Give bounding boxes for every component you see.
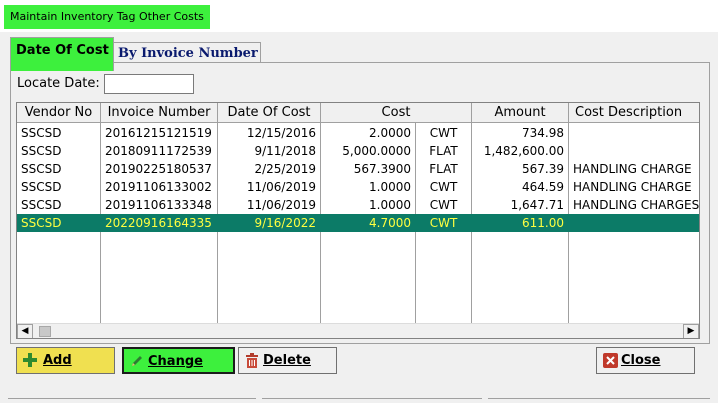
- tab-date-of-cost[interactable]: Date Of Cost: [10, 37, 114, 71]
- cell-unit: CWT: [429, 180, 458, 194]
- table-row[interactable]: SSCSD 20180911172539 9/11/2018 5,000.0000 FL…: [17, 142, 699, 160]
- status-pane: [488, 398, 710, 403]
- close-button-label: Close: [621, 353, 661, 368]
- cell-unit: CWT: [429, 198, 458, 212]
- column-header-cost-description[interactable]: Cost Description: [569, 103, 699, 122]
- column-header-date-of-cost[interactable]: Date Of Cost: [218, 103, 321, 122]
- cell-cost: 4.7000: [369, 216, 411, 230]
- pencil-icon: [132, 356, 142, 366]
- tab-strip: By Invoice Number Date Of Cost: [0, 37, 718, 71]
- cell-amount: 1,647.71: [510, 198, 564, 212]
- cell-date: 9/11/2018: [254, 144, 316, 158]
- cell-amount: 567.39: [522, 162, 564, 176]
- horizontal-scrollbar[interactable]: ◀ ▶: [17, 323, 699, 338]
- column-header-amount[interactable]: Amount: [472, 103, 569, 122]
- cell-cost: 1.0000: [369, 180, 411, 194]
- cell-date: 2/25/2019: [254, 162, 316, 176]
- cell-unit: FLAT: [429, 162, 458, 176]
- cell-description: HANDLING CHARGES: [573, 198, 699, 212]
- add-button[interactable]: Add: [16, 347, 115, 374]
- cell-cost: 567.3900: [353, 162, 411, 176]
- change-button-label: Change: [148, 354, 203, 369]
- column-header-cost[interactable]: Cost: [321, 103, 472, 122]
- cell-invoice: 20190225180537: [105, 162, 212, 176]
- delete-button[interactable]: Delete: [238, 347, 337, 374]
- cell-date: 11/06/2019: [246, 198, 316, 212]
- cell-cost: 2.0000: [369, 126, 411, 140]
- cell-amount: 1,482,600.00: [483, 144, 564, 158]
- locate-date-label: Locate Date:: [17, 76, 100, 91]
- cost-grid: Vendor No Invoice Number Date Of Cost Co…: [16, 102, 700, 339]
- cell-invoice: 20191106133002: [105, 180, 212, 194]
- cell-date: 11/06/2019: [246, 180, 316, 194]
- title-bar: Maintain Inventory Tag Other Costs: [0, 0, 718, 32]
- cell-unit: CWT: [429, 216, 458, 230]
- cell-vendor: SSCSD: [21, 216, 62, 230]
- cell-description: HANDLING CHARGE: [573, 162, 692, 176]
- table-row[interactable]: SSCSD 20191106133002 11/06/2019 1.0000 CWT 46…: [17, 178, 699, 196]
- grid-header: Vendor No Invoice Number Date Of Cost Co…: [17, 103, 699, 123]
- cell-date: 9/16/2022: [254, 216, 316, 230]
- cell-date: 12/15/2016: [246, 126, 316, 140]
- delete-button-label: Delete: [263, 353, 311, 368]
- cell-vendor: SSCSD: [21, 162, 62, 176]
- close-button[interactable]: Close: [596, 347, 695, 374]
- table-row[interactable]: SSCSD 20190225180537 2/25/2019 567.3900 FLAT…: [17, 160, 699, 178]
- trash-icon: [246, 353, 258, 368]
- cell-vendor: SSCSD: [21, 198, 62, 212]
- cell-invoice: 20220916164335: [105, 216, 212, 230]
- cell-amount: 464.59: [522, 180, 564, 194]
- cell-invoice: 20180911172539: [105, 144, 212, 158]
- scroll-right-icon[interactable]: ▶: [683, 324, 699, 338]
- table-row[interactable]: SSCSD 20161215121519 12/15/2016 2.0000 CWT 73…: [17, 124, 699, 142]
- cell-amount: 611.00: [522, 216, 564, 230]
- scroll-left-icon[interactable]: ◀: [17, 324, 33, 338]
- status-bar: [0, 396, 718, 402]
- change-button[interactable]: Change: [122, 347, 235, 374]
- tab-by-invoice-number[interactable]: By Invoice Number: [113, 42, 261, 63]
- cell-vendor: SSCSD: [21, 180, 62, 194]
- scroll-thumb[interactable]: [39, 326, 51, 337]
- plus-icon: [23, 353, 37, 367]
- window-title: Maintain Inventory Tag Other Costs: [4, 5, 210, 29]
- cell-cost: 1.0000: [369, 198, 411, 212]
- cell-cost: 5,000.0000: [342, 144, 411, 158]
- cell-unit: CWT: [429, 126, 458, 140]
- status-pane: [262, 398, 482, 403]
- cell-amount: 734.98: [522, 126, 564, 140]
- table-row[interactable]: SSCSD 20191106133348 11/06/2019 1.0000 CWT 1,…: [17, 196, 699, 214]
- status-pane: [8, 398, 256, 403]
- cell-description: [569, 214, 699, 232]
- cell-unit: FLAT: [429, 144, 458, 158]
- column-header-invoice-number[interactable]: Invoice Number: [101, 103, 218, 122]
- cell-description: HANDLING CHARGE: [573, 180, 692, 194]
- close-icon: [603, 353, 618, 368]
- column-header-vendor-no[interactable]: Vendor No: [17, 103, 101, 122]
- cell-vendor: SSCSD: [21, 126, 62, 140]
- cell-vendor: SSCSD: [21, 144, 62, 158]
- table-row[interactable]: SSCSD 20220916164335 9/16/2022 4.7000 CWT 611…: [17, 214, 699, 232]
- cell-description: [569, 124, 699, 142]
- cell-invoice: 20161215121519: [105, 126, 212, 140]
- locate-date-input[interactable]: [104, 74, 194, 94]
- add-button-label: Add: [43, 353, 72, 368]
- cell-description: [569, 142, 699, 160]
- cell-invoice: 20191106133348: [105, 198, 212, 212]
